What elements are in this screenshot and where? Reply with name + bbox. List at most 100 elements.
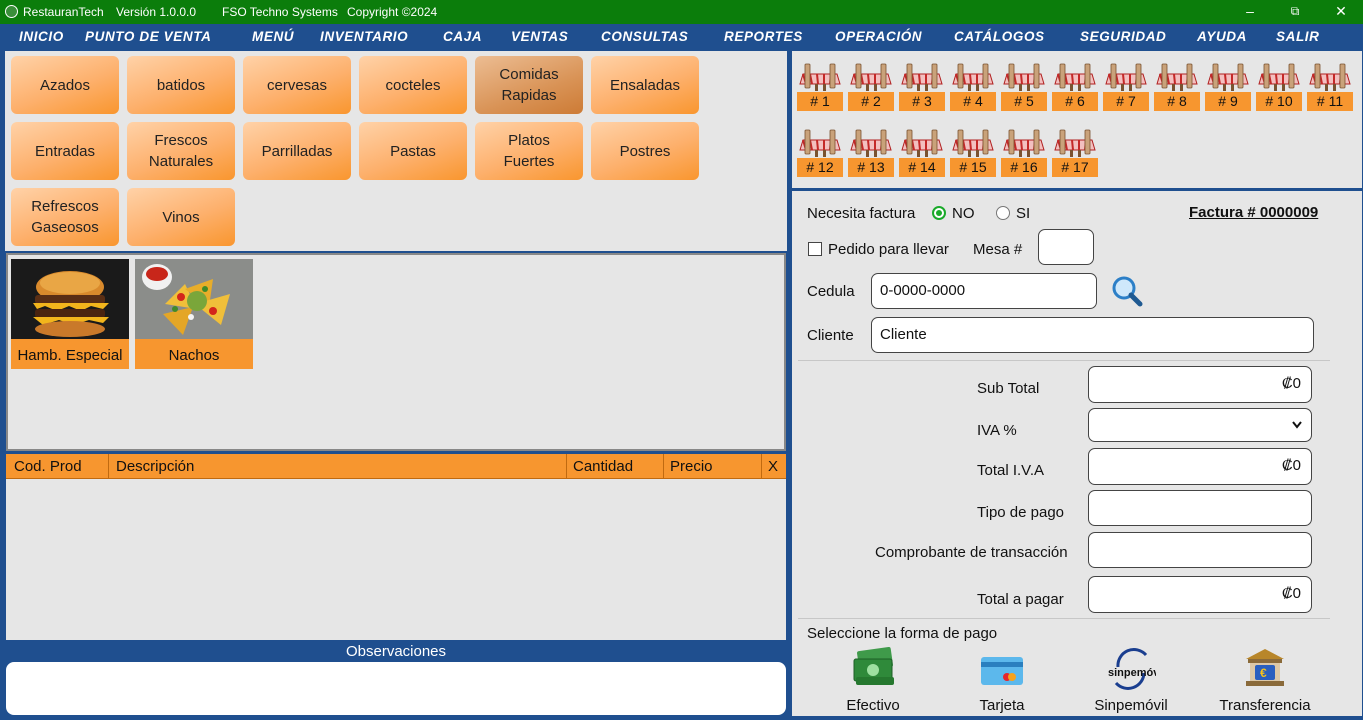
table-number-input[interactable]: [1038, 229, 1094, 265]
table-button-8[interactable]: # 8: [1154, 62, 1200, 112]
takeaway-label[interactable]: Pedido para llevar: [828, 241, 949, 258]
table-button-3[interactable]: # 3: [899, 62, 945, 112]
payment-type-label: Tipo de pago: [977, 504, 1065, 521]
table-number-label: # 14: [899, 158, 945, 177]
product-name: Hamb. Especial: [17, 347, 123, 364]
column-header-cantidad[interactable]: Cantidad: [573, 458, 633, 475]
app-name: RestauranTech: [23, 5, 104, 19]
copyright: Copyright ©2024: [347, 5, 438, 19]
menu-salir[interactable]: SALIR: [1276, 29, 1320, 44]
category-button-azados[interactable]: Azados: [11, 56, 119, 114]
close-button[interactable]: ✕: [1326, 2, 1356, 20]
minimize-button[interactable]: –: [1235, 2, 1265, 20]
table-number-label: # 11: [1307, 92, 1353, 111]
table-button-11[interactable]: # 11: [1307, 62, 1353, 112]
menu-reportes[interactable]: REPORTES: [724, 29, 803, 44]
pay-card-button[interactable]: Tarjeta: [947, 641, 1057, 716]
order-grid-header: Cod. Prod Descripción Cantidad Precio X: [6, 454, 786, 479]
table-button-2[interactable]: # 2: [848, 62, 894, 112]
invoice-panel: Necesita factura NO SI Factura # 0000009…: [792, 191, 1362, 716]
menu-inicio[interactable]: INICIO: [19, 29, 64, 44]
table-button-7[interactable]: # 7: [1103, 62, 1149, 112]
table-button-15[interactable]: # 15: [950, 128, 996, 178]
dining-table-icon: [1003, 63, 1045, 91]
category-button-platos-fuertes[interactable]: Platos Fuertes: [475, 122, 583, 180]
radio-si-label[interactable]: SI: [1016, 205, 1030, 222]
order-grid[interactable]: Cod. Prod Descripción Cantidad Precio X: [6, 454, 786, 640]
radio-no[interactable]: [932, 206, 946, 220]
table-button-13[interactable]: # 13: [848, 128, 894, 178]
category-button-postres[interactable]: Postres: [591, 122, 699, 180]
table-number-label: # 2: [848, 92, 894, 111]
category-button-vinos[interactable]: Vinos: [127, 188, 235, 246]
table-button-12[interactable]: # 12: [797, 128, 843, 178]
menu-punto-de-venta[interactable]: PUNTO DE VENTA: [85, 29, 211, 44]
total-to-pay-field: ₡0: [1088, 576, 1312, 613]
product-card-hamb-especial[interactable]: Hamb. Especial: [11, 259, 129, 369]
table-button-14[interactable]: # 14: [899, 128, 945, 178]
dining-table-icon: [850, 129, 892, 157]
table-button-9[interactable]: # 9: [1205, 62, 1251, 112]
menu-operacion[interactable]: OPERACIÓN: [835, 29, 922, 44]
column-header-descripcion[interactable]: Descripción: [116, 458, 194, 475]
category-button-cocteles[interactable]: cocteles: [359, 56, 467, 114]
needs-invoice-label: Necesita factura: [807, 205, 916, 222]
pay-transfer-button[interactable]: € Transferencia: [1210, 641, 1320, 716]
table-button-6[interactable]: # 6: [1052, 62, 1098, 112]
radio-si[interactable]: [996, 206, 1010, 220]
observations-input[interactable]: [6, 662, 786, 715]
table-number-label: # 15: [950, 158, 996, 177]
table-number-label: # 6: [1052, 92, 1098, 111]
table-button-5[interactable]: # 5: [1001, 62, 1047, 112]
menu-ventas[interactable]: VENTAS: [511, 29, 568, 44]
menu-ayuda[interactable]: AYUDA: [1197, 29, 1247, 44]
category-button-comidas-rapidas[interactable]: Comidas Rapidas: [475, 56, 583, 114]
table-button-17[interactable]: # 17: [1052, 128, 1098, 178]
table-button-1[interactable]: # 1: [797, 62, 843, 112]
table-button-10[interactable]: # 10: [1256, 62, 1302, 112]
table-number-label: Mesa #: [973, 241, 1023, 258]
menu-menu[interactable]: MENÚ: [252, 29, 294, 44]
table-number-label: # 5: [1001, 92, 1047, 111]
card-icon: [981, 657, 1023, 685]
menu-consultas[interactable]: CONSULTAS: [601, 29, 688, 44]
restore-button[interactable]: ⧉: [1280, 2, 1310, 20]
category-button-frescos-naturales[interactable]: Frescos Naturales: [127, 122, 235, 180]
pay-sinpe-button[interactable]: sinpemóvil Sinpemóvil: [1076, 641, 1186, 716]
category-button-ensaladas[interactable]: Ensaladas: [591, 56, 699, 114]
category-button-batidos[interactable]: batidos: [127, 56, 235, 114]
table-button-4[interactable]: # 4: [950, 62, 996, 112]
table-button-16[interactable]: # 16: [1001, 128, 1047, 178]
takeaway-checkbox[interactable]: [808, 242, 822, 256]
category-button-refrescos-gaseosos[interactable]: Refrescos Gaseosos: [11, 188, 119, 246]
table-number-label: # 1: [797, 92, 843, 111]
table-number-label: # 13: [848, 158, 894, 177]
category-button-parrilladas[interactable]: Parrilladas: [243, 122, 351, 180]
client-input[interactable]: Cliente: [871, 317, 1314, 353]
search-icon[interactable]: [1110, 274, 1144, 308]
iva-select[interactable]: [1088, 408, 1312, 442]
category-button-entradas[interactable]: Entradas: [11, 122, 119, 180]
radio-no-label[interactable]: NO: [952, 205, 975, 222]
column-header-precio[interactable]: Precio: [670, 458, 713, 475]
category-button-pastas[interactable]: Pastas: [359, 122, 467, 180]
menu-seguridad[interactable]: SEGURIDAD: [1080, 29, 1166, 44]
table-number-label: # 7: [1103, 92, 1149, 111]
chevron-down-icon[interactable]: [1292, 421, 1302, 429]
menu-caja[interactable]: CAJA: [443, 29, 482, 44]
title-bar: RestauranTech Versión 1.0.0.0 FSO Techno…: [0, 0, 1363, 24]
dining-table-icon: [1003, 129, 1045, 157]
divider: [798, 618, 1330, 619]
category-button-cervesas[interactable]: cervesas: [243, 56, 351, 114]
sinpe-icon: sinpemóvil: [1108, 648, 1156, 690]
cedula-input[interactable]: 0-0000-0000: [871, 273, 1097, 309]
pay-cash-button[interactable]: Efectivo: [818, 641, 928, 716]
dining-table-icon: [799, 63, 841, 91]
column-header-remove[interactable]: X: [768, 458, 778, 475]
dining-table-icon: [1105, 63, 1147, 91]
product-card-nachos[interactable]: Nachos: [135, 259, 253, 369]
column-header-cod-prod[interactable]: Cod. Prod: [14, 458, 82, 475]
menu-catalogos[interactable]: CATÁLOGOS: [954, 29, 1045, 44]
receipt-input[interactable]: [1088, 532, 1312, 568]
menu-inventario[interactable]: INVENTARIO: [320, 29, 408, 44]
